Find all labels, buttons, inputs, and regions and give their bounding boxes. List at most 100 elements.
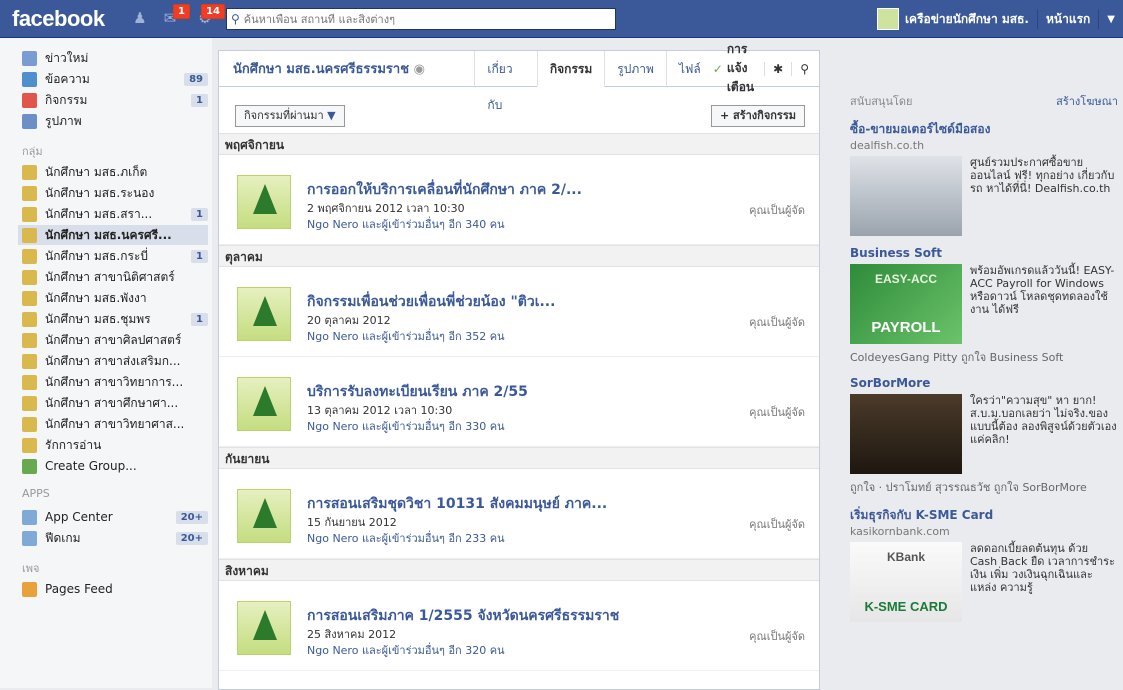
nav-item[interactable]: ข่าวใหม่ [22, 48, 212, 68]
ad-text: ศูนย์รวมประกาศซื้อขาย ออนไลน์ ฟรี! ทุกอย… [970, 156, 1115, 195]
nav-item[interactable]: นักศึกษา มสธ.ระนอง [22, 183, 212, 203]
nav-item-label: กิจกรรม [45, 92, 88, 107]
nav-section-head: APPS [22, 487, 50, 500]
nav-item-label: Create Group... [45, 459, 137, 473]
event-attendees[interactable]: Ngo Nero และผู้เข้าร่วมอื่นๆ อีก 352 คน [307, 327, 505, 345]
nav-item-label: นักศึกษา สาขาศึกษาศา... [45, 395, 179, 410]
ad-site: kasikornbank.com [850, 525, 950, 538]
group-icon [22, 458, 37, 474]
tab-events[interactable]: กิจกรรม [536, 50, 605, 87]
home-link[interactable]: หน้าแรก [1038, 10, 1098, 29]
chevron-down-icon: ▼ [327, 109, 336, 122]
event-thumbnail[interactable] [237, 175, 291, 229]
ad-unit[interactable]: SorBorMore ใครว่า"ความสุข" หา ยาก!ส.บ.ม.บ… [850, 376, 1118, 496]
tab-files[interactable]: ไฟล์ [665, 50, 713, 87]
nav-item[interactable]: นักศึกษา มสธ.สรา... 1 [22, 204, 212, 224]
event-attendees[interactable]: Ngo Nero และผู้เข้าร่วมอื่นๆ อีก 340 คน [307, 215, 505, 233]
nav-item-count: 20+ [175, 531, 208, 545]
nav-item[interactable]: นักศึกษา สาขาศิลปศาสตร์ [22, 330, 212, 350]
ad-image[interactable]: K-SME CARD KBank [850, 542, 962, 622]
nav-item[interactable]: ฟีดเกม 20+ [22, 528, 212, 548]
ad-image[interactable]: PAYROLL EASY-ACC [850, 264, 962, 344]
event-row[interactable]: การสอนเสริมภาค 1/2555 จังหวัดนครศรีธรรมร… [219, 581, 819, 671]
account-menu-arrow-icon[interactable]: ▼ [1099, 14, 1123, 25]
month-header: ตุลาคม [219, 245, 819, 267]
group-icon [22, 332, 37, 348]
event-title[interactable]: การออกให้บริการเคลื่อนที่นักศึกษา ภาค 2/… [307, 179, 582, 201]
event-row[interactable]: บริการรับลงทะเบียนเรียน ภาค 2/55 13 ตุลาค… [219, 357, 819, 447]
nav-item[interactable]: นักศึกษา สาขาวิทยาการ... [22, 372, 212, 392]
ad-title[interactable]: Business Soft [850, 246, 1118, 260]
search-input[interactable] [243, 12, 584, 26]
settings-gear-icon[interactable]: ✱ [764, 61, 783, 76]
ad-social-context[interactable]: ColdeyesGang Pitty ถูกใจ Business Soft [850, 348, 1118, 366]
nav-item-count: 1 [191, 249, 208, 263]
ad-unit[interactable]: ซื้อ-ขายมอเตอร์ไซด์มือสอง dealfish.co.th ศ… [850, 120, 1118, 236]
photos-icon [22, 113, 37, 129]
nav-item[interactable]: นักศึกษา มสธ.กระบี่ 1 [22, 246, 212, 266]
event-title[interactable]: บริการรับลงทะเบียนเรียน ภาค 2/55 [307, 381, 528, 403]
nav-item[interactable]: นักศึกษา มสธ.ชุมพร 1 [22, 309, 212, 329]
ad-title[interactable]: SorBorMore [850, 376, 1118, 390]
event-title[interactable]: กิจกรรมเพื่อนช่วยเพื่อนพี่ช่วยน้อง "ติวเ… [307, 291, 555, 313]
facebook-logo[interactable]: facebook [12, 6, 105, 32]
group-icon [22, 227, 37, 243]
search-icon[interactable]: ⚲ [231, 12, 240, 26]
ad-image[interactable] [850, 394, 962, 474]
nav-item[interactable]: นักศึกษา สาขาวิทยาศาส... [22, 414, 212, 434]
page-title[interactable]: นักศึกษา มสธ.นครศรีธรรมราช ◉ [219, 58, 474, 79]
profile-link[interactable]: เครือข่ายนักศึกษา มสธ. [869, 8, 1037, 30]
tab-about[interactable]: เกี่ยวกับ [474, 50, 536, 112]
nav-item-label: ฟีดเกม [45, 530, 81, 545]
stupa-logo-icon [253, 498, 277, 528]
group-icon [22, 416, 37, 432]
event-attendees[interactable]: Ngo Nero และผู้เข้าร่วมอื่นๆ อีก 320 คน [307, 641, 505, 659]
nav-item[interactable]: นักศึกษา สาขานิติศาสตร์ [22, 267, 212, 287]
event-thumbnail[interactable] [237, 489, 291, 543]
nav-item-label: นักศึกษา มสธ.พังงา [45, 290, 147, 305]
nav-item[interactable]: App Center 20+ [22, 507, 212, 527]
group-icon [22, 374, 37, 390]
event-row[interactable]: การสอนเสริมชุดวิชา 10131 สังคมมนุษย์ ภาค… [219, 469, 819, 559]
nav-item[interactable]: กิจกรรม 1 [22, 90, 212, 110]
nav-item[interactable]: นักศึกษา สาขาศึกษาศา... [22, 393, 212, 413]
event-title[interactable]: การสอนเสริมภาค 1/2555 จังหวัดนครศรีธรรมร… [307, 605, 619, 627]
app-icon [22, 530, 37, 546]
ad-social-context[interactable]: ถูกใจ · ปราโมทย์ สุวรรณธวัช ถูกใจ SorBor… [850, 478, 1118, 496]
event-thumbnail[interactable] [237, 287, 291, 341]
nav-item[interactable]: รูปภาพ [22, 111, 212, 131]
friend-requests-icon[interactable]: ♟ [130, 9, 150, 29]
nav-item[interactable]: รักการอ่าน [22, 435, 212, 455]
notifications-icon[interactable]: ⚙ 14 [195, 4, 225, 29]
past-events-filter[interactable]: กิจกรรมที่ผ่านมา ▼ [235, 105, 345, 127]
nav-item[interactable]: Pages Feed [22, 579, 212, 599]
ads-list: ซื้อ-ขายมอเตอร์ไซด์มือสอง dealfish.co.th ศ… [850, 120, 1118, 622]
nav-item[interactable]: ข้อความ 89 [22, 69, 212, 89]
search-icon[interactable]: ⚲ [791, 61, 809, 76]
event-attendees[interactable]: Ngo Nero และผู้เข้าร่วมอื่นๆ อีก 330 คน [307, 417, 505, 435]
ad-unit[interactable]: Business Soft PAYROLL EASY-ACC พร้อมอัพเกรด… [850, 246, 1118, 366]
stupa-logo-icon [253, 610, 277, 640]
event-title[interactable]: การสอนเสริมชุดวิชา 10131 สังคมมนุษย์ ภาค… [307, 493, 607, 515]
tab-photos[interactable]: รูปภาพ [604, 50, 666, 87]
event-attendees[interactable]: Ngo Nero และผู้เข้าร่วมอื่นๆ อีก 233 คน [307, 529, 505, 547]
event-row[interactable]: กิจกรรมเพื่อนช่วยเพื่อนพี่ช่วยน้อง "ติวเ… [219, 267, 819, 357]
nav-item[interactable]: นักศึกษา สาขาส่งเสริมก... [22, 351, 212, 371]
event-thumbnail[interactable] [237, 601, 291, 655]
nav-item-label: นักศึกษา มสธ.นครศรี... [45, 227, 172, 242]
nav-item[interactable]: นักศึกษา มสธ.พังงา [22, 288, 212, 308]
left-nav: ข่าวใหม่ ข้อความ 89 กิจกรรม 1 รูปภาพ กลุ่ม นักศ… [0, 38, 212, 688]
create-ad-link[interactable]: สร้างโฆษณา [1056, 92, 1118, 110]
ad-unit[interactable]: เริ่มธุรกิจกับ K-SME Card kasikornbank.co… [850, 506, 1118, 622]
create-event-button[interactable]: + สร้างกิจกรรม [710, 105, 805, 127]
nav-item[interactable]: Create Group... [22, 456, 212, 476]
nav-item[interactable]: นักศึกษา มสธ.ภเก็ต [22, 162, 212, 182]
ad-title[interactable]: เริ่มธุรกิจกับ K-SME Card [850, 506, 1118, 525]
messages-icon[interactable]: ✉ 1 [160, 4, 190, 29]
event-row[interactable]: การออกให้บริการเคลื่อนที่นักศึกษา ภาค 2/… [219, 155, 819, 245]
ad-title[interactable]: ซื้อ-ขายมอเตอร์ไซด์มือสอง [850, 120, 1118, 139]
ad-image[interactable] [850, 156, 962, 236]
nav-item[interactable]: นักศึกษา มสธ.นครศรี... [18, 225, 208, 245]
pages-feed-icon [22, 581, 37, 597]
event-thumbnail[interactable] [237, 377, 291, 431]
